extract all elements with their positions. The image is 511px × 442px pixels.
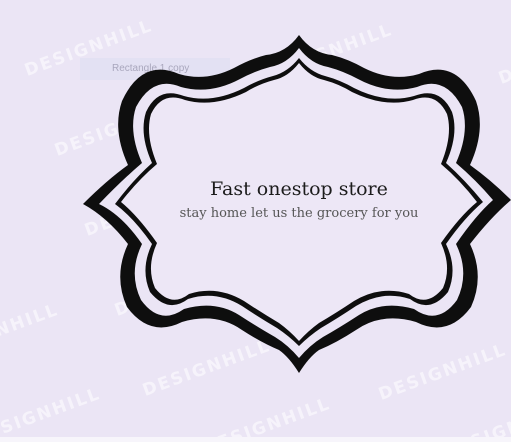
badge-subtitle: stay home let us the grocery for you [179, 206, 419, 221]
badge-title: Fast onestop store [210, 178, 388, 200]
frame-group [83, 35, 511, 373]
badge-frame [83, 35, 511, 373]
frame-inner-panel [121, 63, 477, 341]
bottom-divider [0, 437, 511, 442]
